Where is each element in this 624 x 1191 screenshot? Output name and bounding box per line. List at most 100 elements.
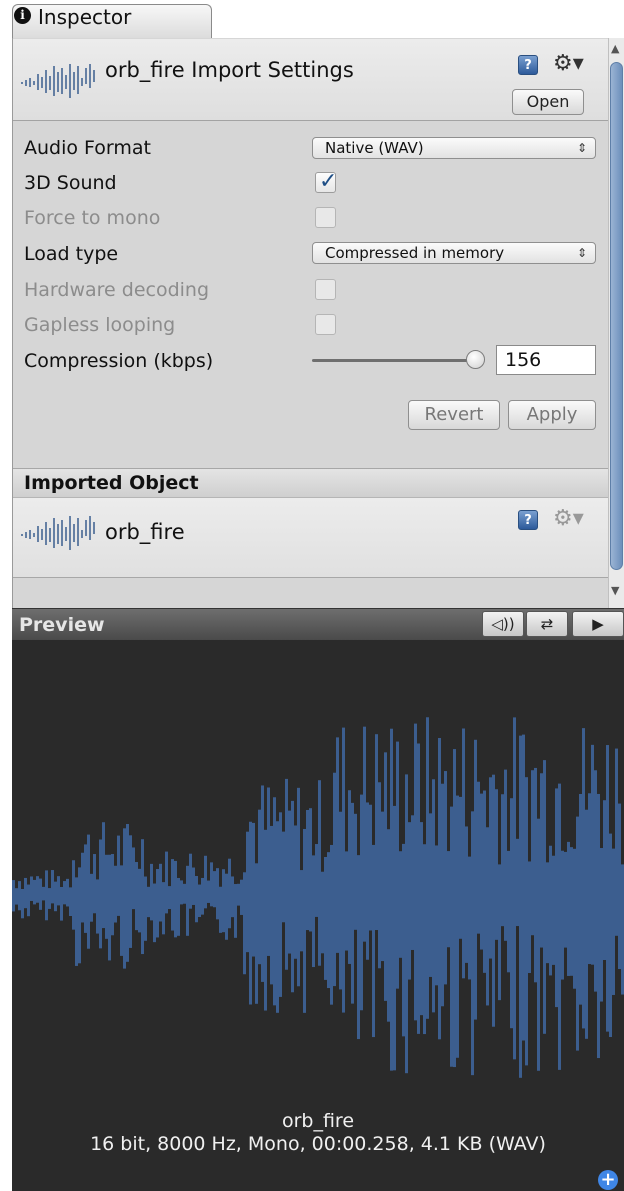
- audio-format-select[interactable]: Native (WAV) ⇕: [312, 137, 596, 159]
- waveform-bar: [156, 869, 159, 938]
- compression-slider-track[interactable]: [312, 359, 472, 362]
- gapless-looping-checkbox[interactable]: [315, 314, 336, 335]
- waveform-bar: [528, 861, 531, 973]
- waveform-bar: [207, 880, 210, 903]
- scrollbar-thumb[interactable]: [610, 62, 623, 570]
- waveform-bar: [237, 883, 240, 906]
- waveform-bar: [345, 851, 348, 951]
- waveform-bar: [120, 865, 123, 956]
- waveform-bar: [423, 844, 426, 1035]
- force-mono-checkbox[interactable]: [315, 207, 336, 228]
- play-button[interactable]: ▶: [572, 611, 624, 637]
- waveform-bar: [198, 884, 201, 918]
- waveform-bar: [12, 880, 15, 912]
- 3d-sound-label: 3D Sound: [24, 172, 117, 194]
- waveform-bar: [489, 777, 492, 959]
- waveform-bar: [306, 809, 309, 931]
- checkmark-icon: ✓: [319, 169, 338, 194]
- compression-value-field[interactable]: 156: [496, 345, 596, 375]
- waveform-bar: [315, 844, 318, 917]
- waveform-bar: [387, 829, 390, 1022]
- waveform-bar: [546, 862, 549, 964]
- waveform-bar: [615, 748, 618, 936]
- load-type-select[interactable]: Compressed in memory ⇕: [312, 242, 596, 264]
- 3d-sound-checkbox[interactable]: ✓: [315, 169, 338, 194]
- scroll-up-arrow-icon[interactable]: ▲: [611, 42, 619, 55]
- waveform-bar: [417, 743, 420, 1034]
- waveform-bar: [480, 793, 483, 950]
- waveform-bar: [504, 769, 507, 941]
- waveform-bar: [432, 779, 435, 1013]
- waveform-bar: [72, 860, 75, 930]
- help-book-icon[interactable]: ?: [518, 510, 538, 530]
- waveform-bar: [471, 811, 474, 1076]
- gear-dropdown-icon[interactable]: ⚙▾: [553, 508, 584, 530]
- waveform-bar: [126, 824, 129, 962]
- preview-file-details: 16 bit, 8000 Hz, Mono, 00:00.258, 4.1 KB…: [90, 1133, 546, 1155]
- waveform-bar: [255, 863, 258, 1004]
- info-icon: i: [14, 7, 31, 24]
- waveform-bar: [438, 738, 441, 1040]
- waveform-bar: [543, 760, 546, 1034]
- waveform-bar: [384, 752, 387, 1001]
- waveform-bar: [222, 869, 225, 933]
- audio-format-label: Audio Format: [24, 137, 151, 159]
- waveform-bar: [366, 802, 369, 960]
- waveform-bar: [435, 845, 438, 986]
- waveform-bar: [579, 794, 582, 1005]
- waveform-bar: [168, 886, 171, 910]
- mute-speaker-button[interactable]: ◁)): [482, 611, 524, 637]
- waveform-bar: [618, 803, 621, 970]
- waveform-bar: [606, 745, 609, 1032]
- gear-dropdown-icon[interactable]: ⚙▾: [553, 53, 584, 75]
- waveform-bar: [411, 815, 414, 950]
- hardware-decoding-checkbox[interactable]: [315, 279, 336, 300]
- waveform-bar: [567, 841, 570, 976]
- waveform-bar: [399, 851, 402, 958]
- waveform-bar: [342, 727, 345, 1013]
- waveform-bar: [180, 880, 183, 905]
- waveform-bar: [30, 876, 33, 901]
- waveform-bar: [453, 749, 456, 1068]
- waveform-bar: [153, 883, 156, 943]
- imported-object-title: Imported Object: [24, 472, 199, 494]
- waveform-bar: [234, 884, 237, 938]
- apply-button[interactable]: Apply: [508, 400, 596, 430]
- waveform-bar: [15, 888, 18, 905]
- waveform-bar: [144, 876, 147, 941]
- select-arrows-icon: ⇕: [576, 246, 587, 260]
- waveform-bar: [204, 855, 207, 909]
- open-button[interactable]: Open: [512, 89, 584, 115]
- waveform-bar: [486, 827, 489, 1006]
- waveform-bar: [297, 787, 300, 987]
- revert-button[interactable]: Revert: [408, 400, 500, 430]
- waveform-bar: [51, 870, 54, 904]
- waveform-bar: [516, 838, 519, 927]
- waveform-bar: [141, 839, 144, 955]
- audio-clip-icon: [21, 64, 95, 98]
- waveform-bar: [309, 808, 312, 932]
- compression-slider-thumb[interactable]: [466, 350, 485, 369]
- audio-clip-icon: [21, 516, 95, 550]
- scroll-down-arrow-icon[interactable]: ▼: [611, 584, 619, 597]
- gapless-looping-label: Gapless looping: [24, 314, 176, 336]
- waveform-bar: [129, 835, 132, 948]
- waveform-bar: [360, 794, 363, 1011]
- help-book-icon[interactable]: ?: [518, 55, 538, 75]
- waveform-bar: [288, 810, 291, 954]
- preview-file-name: orb_fire: [281, 1110, 355, 1132]
- waveform-bar: [585, 809, 588, 1039]
- waveform-bar: [597, 793, 600, 1059]
- hardware-decoding-label: Hardware decoding: [24, 279, 210, 301]
- waveform-bar: [336, 737, 339, 953]
- waveform-bar: [372, 844, 375, 1038]
- waveform-bar: [225, 873, 228, 940]
- waveform-bar: [465, 826, 468, 963]
- waveform-bar: [381, 811, 384, 962]
- compression-label: Compression (kbps): [24, 350, 214, 372]
- loop-toggle-button[interactable]: ⇄: [526, 611, 568, 637]
- waveform-bar: [57, 876, 60, 906]
- waveform-bar: [27, 884, 30, 917]
- waveform-bar: [174, 860, 177, 938]
- plus-icon[interactable]: +: [598, 1170, 618, 1190]
